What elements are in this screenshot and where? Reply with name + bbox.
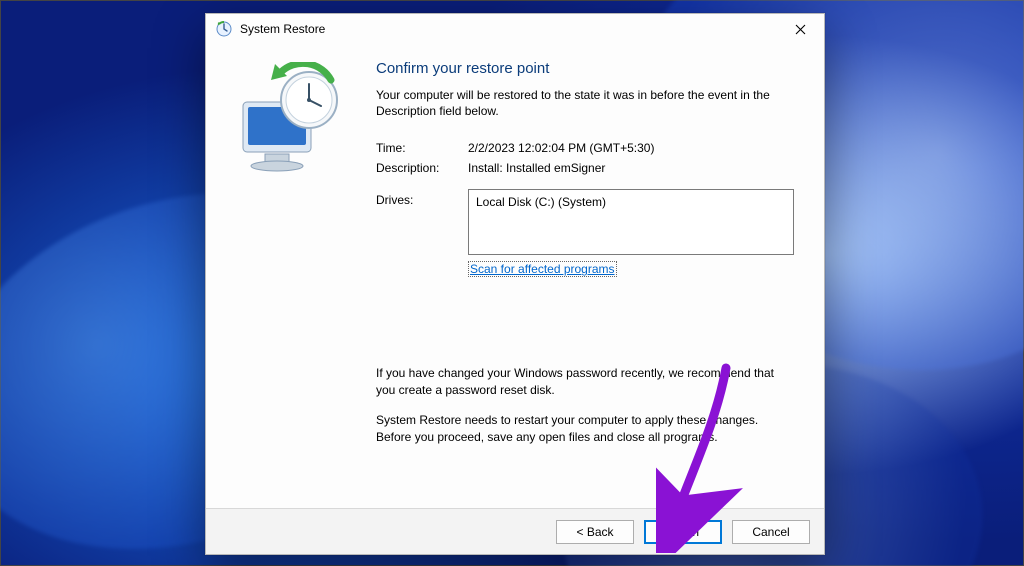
close-button[interactable] [780, 16, 820, 42]
drives-value: Local Disk (C:) (System) [476, 195, 606, 209]
drives-listbox[interactable]: Local Disk (C:) (System) [468, 189, 794, 255]
restart-notice: System Restore needs to restart your com… [376, 412, 796, 445]
page-heading: Confirm your restore point [376, 60, 796, 77]
close-icon [795, 24, 806, 35]
drives-label: Drives: [376, 189, 468, 255]
wizard-left-pane [206, 44, 376, 508]
time-value: 2/2/2023 12:02:04 PM (GMT+5:30) [468, 141, 796, 155]
titlebar[interactable]: System Restore [206, 14, 824, 44]
scan-affected-programs-link[interactable]: Scan for affected programs [468, 261, 617, 277]
notices: If you have changed your Windows passwor… [376, 365, 796, 445]
intro-text: Your computer will be restored to the st… [376, 87, 796, 119]
desktop-wallpaper: System Restore [0, 0, 1024, 566]
finish-button[interactable]: Finish [644, 520, 722, 544]
back-button[interactable]: < Back [556, 520, 634, 544]
time-row: Time: 2/2/2023 12:02:04 PM (GMT+5:30) [376, 141, 796, 155]
description-label: Description: [376, 161, 468, 175]
time-label: Time: [376, 141, 468, 155]
wizard-content-pane: Confirm your restore point Your computer… [376, 44, 824, 508]
description-row: Description: Install: Installed emSigner [376, 161, 796, 175]
restore-graphic-icon [231, 62, 351, 182]
drives-row: Drives: Local Disk (C:) (System) [376, 189, 796, 255]
window-body: Confirm your restore point Your computer… [206, 44, 824, 508]
description-value: Install: Installed emSigner [468, 161, 796, 175]
window-title: System Restore [240, 22, 325, 36]
wizard-footer: < Back Finish Cancel [206, 508, 824, 554]
cancel-button[interactable]: Cancel [732, 520, 810, 544]
password-notice: If you have changed your Windows passwor… [376, 365, 796, 398]
system-restore-window: System Restore [205, 13, 825, 555]
system-restore-icon [216, 21, 232, 37]
